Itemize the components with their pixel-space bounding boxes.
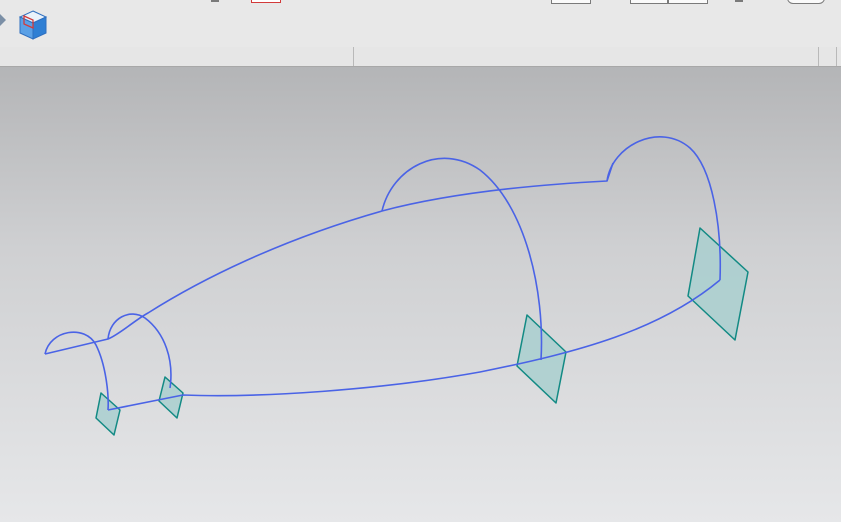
toolbar-clipped-button[interactable] [787, 0, 825, 4]
toolbar-clipped-icon-2 [735, 0, 743, 2]
section-arc-2[interactable] [107, 313, 172, 389]
toolbar-clipped-field-2[interactable] [630, 0, 668, 4]
toolbar-clipped-field-1[interactable] [551, 0, 591, 4]
status-bar-divider [353, 47, 354, 66]
status-bar-divider [836, 47, 837, 66]
datum-plane-4[interactable] [687, 227, 749, 341]
view-cube-icon [18, 10, 48, 40]
status-bar-divider [818, 47, 819, 66]
guide-curve[interactable] [44, 162, 721, 411]
view-cube-button[interactable] [16, 8, 50, 42]
section-arc-1[interactable] [44, 331, 109, 411]
toolbar-overflow-arrow-icon[interactable] [0, 14, 6, 26]
toolbar-clipped-red-button[interactable] [251, 0, 281, 3]
toolbar-clipped-icon [211, 0, 219, 2]
status-bar [0, 47, 841, 67]
toolbar [0, 0, 841, 48]
toolbar-clipped-field-3[interactable] [668, 0, 708, 4]
model-scene [44, 136, 749, 436]
graphics-viewport[interactable] [0, 67, 841, 522]
